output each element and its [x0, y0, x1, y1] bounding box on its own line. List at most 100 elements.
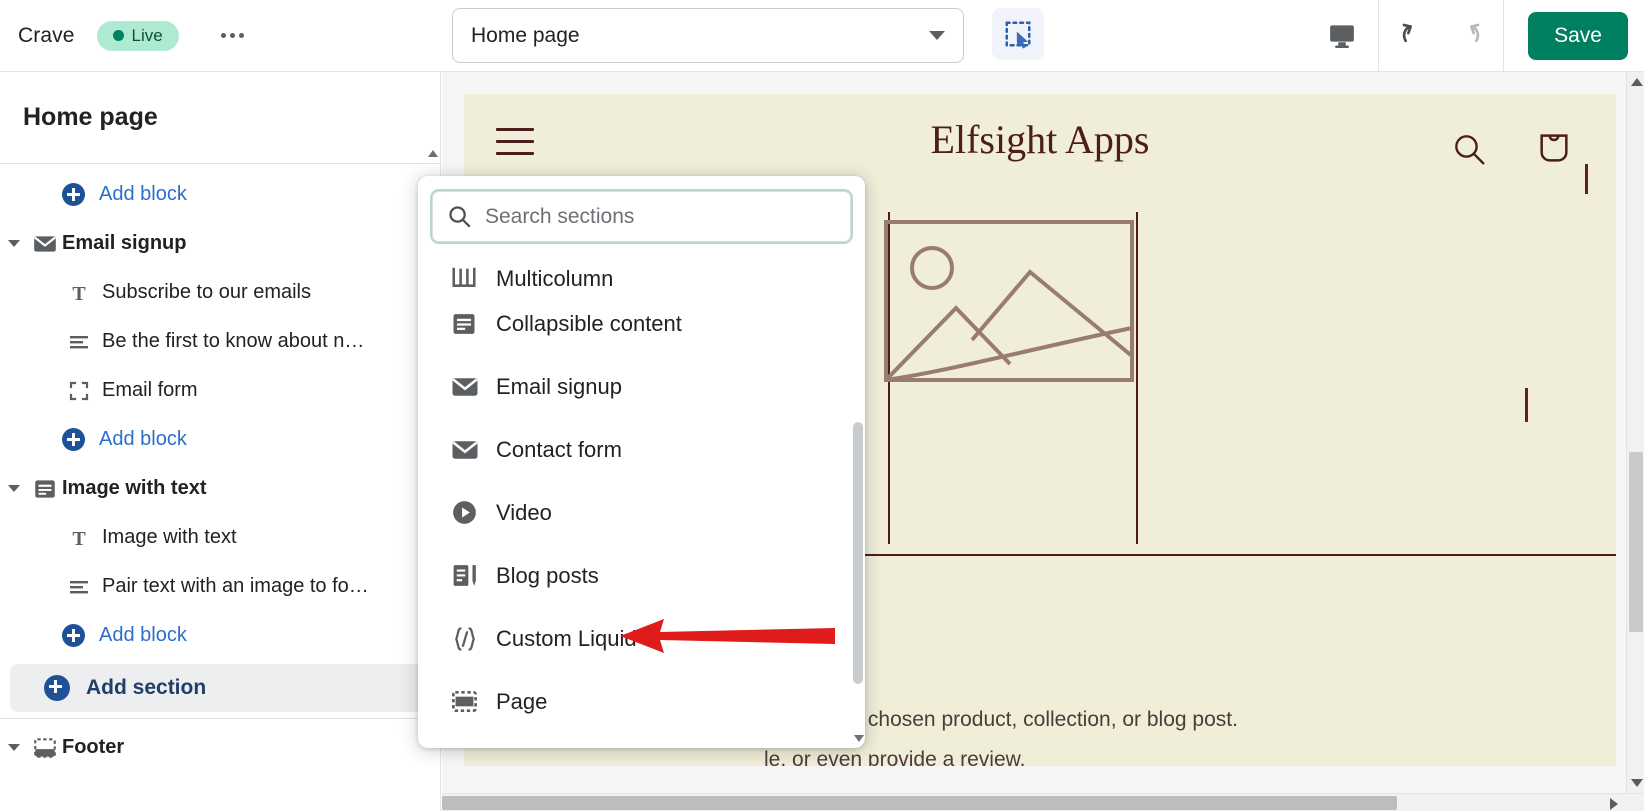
picker-scrollbar-thumb[interactable]	[853, 422, 863, 684]
dot-icon	[239, 33, 244, 38]
svg-text:T: T	[72, 528, 86, 550]
redo-button[interactable]	[1441, 10, 1493, 62]
search-sections-field[interactable]	[430, 189, 853, 244]
add-block-button[interactable]: Add block	[0, 170, 440, 219]
sidebar-block-label: Subscribe to our emails	[102, 281, 311, 304]
collapse-toggle[interactable]	[0, 485, 28, 492]
plus-circle-icon	[62, 428, 85, 451]
section-option-label: Email signup	[496, 374, 622, 400]
section-option-video[interactable]: Video	[418, 481, 865, 544]
form-brackets-icon	[62, 379, 96, 403]
envelope-icon	[450, 435, 492, 465]
triangle-down-icon	[8, 240, 20, 247]
select-section-tool-button[interactable]	[992, 8, 1044, 60]
store-brand-name: Crave	[18, 24, 75, 48]
section-option-label: Custom Liquid	[496, 626, 637, 652]
chevron-down-icon	[929, 31, 945, 40]
preview-vscroll-thumb[interactable]	[1629, 452, 1643, 632]
add-block-button[interactable]: Add block	[0, 611, 440, 660]
device-preview-button[interactable]	[1316, 10, 1368, 62]
sidebar-section-email-signup[interactable]: Email signup	[0, 219, 440, 268]
sidebar-block-pair-text[interactable]: Pair text with an image to fo…	[0, 562, 440, 611]
section-type-list: Multicolumn Collapsible content Email si…	[418, 256, 865, 748]
sidebar-divider	[0, 718, 440, 719]
add-block-button[interactable]: Add block	[0, 415, 440, 464]
decorative-vertical-rule	[1136, 212, 1138, 544]
section-option-label: Video	[496, 500, 552, 526]
section-option-label: Collapsible content	[496, 311, 682, 337]
plus-circle-icon	[44, 675, 70, 701]
top-toolbar: Crave Live Home page	[0, 0, 1644, 72]
sidebar-block-email-form[interactable]: Email form	[0, 366, 440, 415]
collapsible-icon	[450, 310, 492, 338]
section-option-blog-posts[interactable]: Blog posts	[418, 544, 865, 607]
sidebar-page-title: Home page	[0, 72, 440, 164]
add-section-label: Add section	[86, 676, 206, 700]
decorative-tick-mark	[1585, 164, 1588, 194]
section-option-page[interactable]: Page	[418, 670, 865, 733]
section-option-collapsible-content[interactable]: Collapsible content	[418, 292, 865, 355]
page-dashed-icon	[450, 687, 492, 716]
theme-editor-window: Crave Live Home page	[0, 0, 1644, 811]
search-input[interactable]	[485, 205, 837, 229]
status-badge: Live	[97, 21, 179, 51]
add-block-label: Add block	[99, 624, 187, 647]
image-placeholder-icon	[884, 220, 1134, 410]
picker-scroll-down-arrow[interactable]	[854, 735, 864, 742]
section-option-email-signup[interactable]: Email signup	[418, 355, 865, 418]
toolbar-divider	[1378, 0, 1379, 72]
toolbar-divider	[1503, 0, 1504, 72]
section-tree: Add block Email signup T Subscribe to ou…	[0, 164, 440, 772]
add-section-button[interactable]: Add section	[10, 664, 430, 712]
sidebar-block-description[interactable]: Be the first to know about n…	[0, 317, 440, 366]
plus-circle-icon	[62, 183, 85, 206]
status-dot-icon	[113, 30, 124, 41]
scroll-up-arrow-icon[interactable]	[1631, 78, 1643, 86]
search-icon[interactable]	[1450, 130, 1488, 173]
page-selector-value: Home page	[471, 24, 929, 48]
preview-hscroll-thumb[interactable]	[442, 796, 1397, 810]
undo-button[interactable]	[1389, 10, 1441, 62]
columns-icon	[450, 264, 492, 292]
sidebar-section-image-with-text[interactable]: Image with text	[0, 464, 440, 513]
sidebar-block-subscribe[interactable]: T Subscribe to our emails	[0, 268, 440, 317]
sidebar-scroll-up-arrow[interactable]	[428, 150, 438, 157]
dot-icon	[230, 33, 235, 38]
preview-vertical-scrollbar[interactable]	[1626, 72, 1644, 793]
sidebar-block-label: Image with text	[102, 526, 237, 549]
decorative-tick-mark	[1525, 388, 1528, 422]
sidebar-block-label: Pair text with an image to fo…	[102, 575, 369, 598]
sidebar-section-label: Email signup	[62, 232, 186, 255]
scroll-right-arrow-icon[interactable]	[1610, 798, 1618, 810]
footer-icon	[28, 735, 62, 761]
undo-arrow-icon	[1398, 19, 1432, 53]
dot-icon	[221, 33, 226, 38]
section-option-label: Contact form	[496, 437, 622, 463]
blog-post-icon	[450, 561, 492, 590]
paragraph-icon	[62, 575, 96, 599]
collapse-toggle[interactable]	[0, 744, 28, 751]
cart-icon[interactable]	[1534, 128, 1574, 173]
collapse-toggle[interactable]	[0, 240, 28, 247]
sidebar-section-label: Image with text	[62, 477, 206, 500]
scroll-down-arrow-icon[interactable]	[1631, 779, 1643, 787]
top-toolbar-right-group: Save	[1316, 0, 1644, 72]
section-option-label: Multicolumn	[496, 266, 613, 292]
liquid-braces-icon	[450, 624, 492, 654]
more-options-button[interactable]	[213, 19, 253, 53]
sidebar-section-footer[interactable]: Footer	[0, 723, 440, 772]
section-option-multicolumn[interactable]: Multicolumn	[418, 256, 865, 292]
image-with-text-icon	[28, 476, 62, 502]
sidebar-block-image-with-text-heading[interactable]: T Image with text	[0, 513, 440, 562]
text-icon: T	[62, 281, 96, 305]
triangle-down-icon	[8, 485, 20, 492]
svg-text:T: T	[72, 283, 86, 305]
sections-sidebar: Home page Add block Email signup T Subsc…	[0, 72, 441, 811]
save-button[interactable]: Save	[1528, 12, 1628, 60]
storefront-logo-text: Elfsight Apps	[464, 116, 1616, 163]
play-circle-icon	[450, 498, 492, 527]
section-option-contact-form[interactable]: Contact form	[418, 418, 865, 481]
page-selector-dropdown[interactable]: Home page	[452, 8, 964, 63]
status-badge-label: Live	[132, 26, 163, 46]
preview-horizontal-scrollbar[interactable]	[442, 793, 1644, 811]
